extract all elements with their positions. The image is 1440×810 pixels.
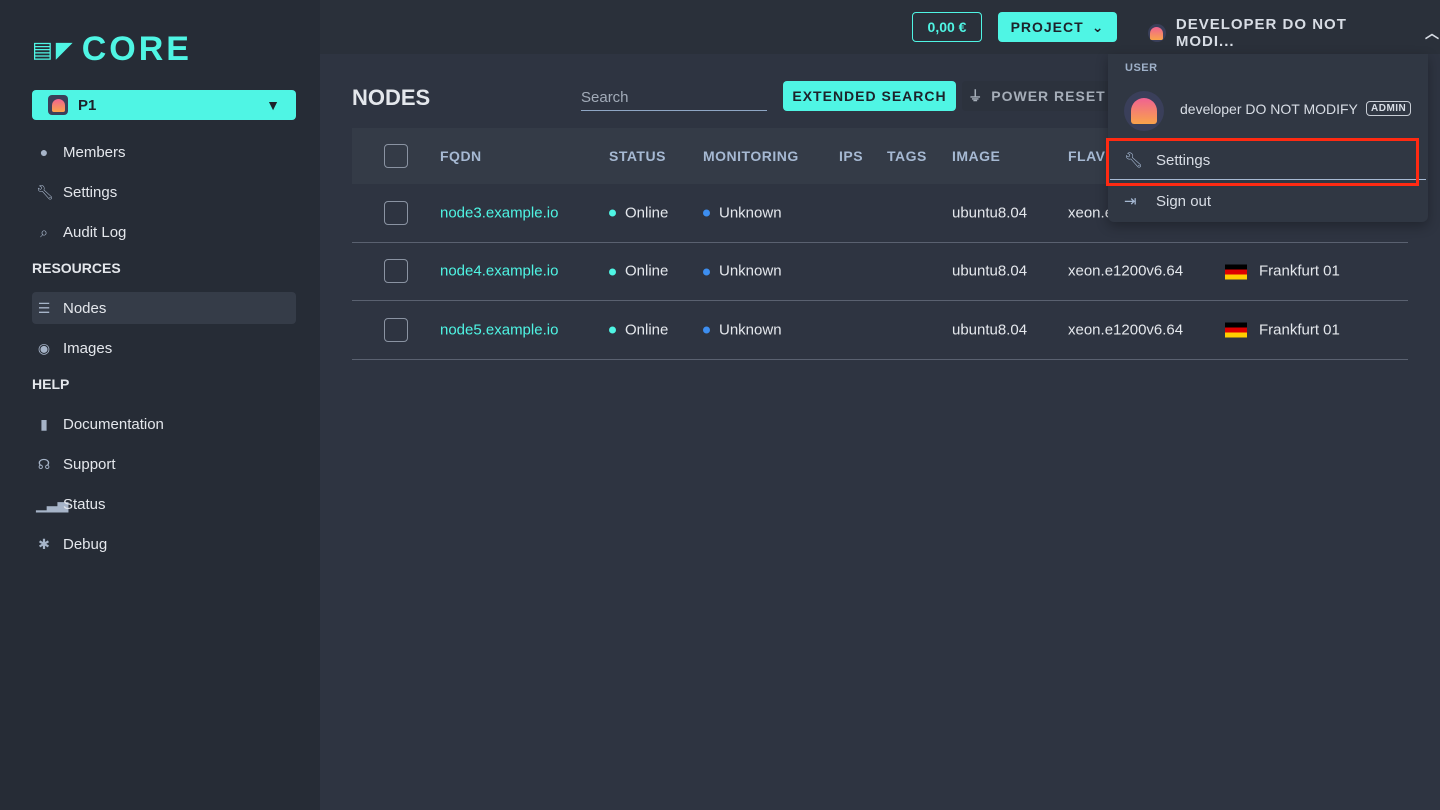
unknown-dot-icon (703, 326, 710, 334)
sidebar-item-audit-log[interactable]: ⌕ Audit Log (32, 216, 296, 248)
flavor-cell: xeon.e (1068, 204, 1114, 222)
menu-item-sign-out[interactable]: ⇥ Sign out (1108, 181, 1428, 221)
user-avatar (1124, 91, 1164, 131)
power-reset-button[interactable]: ⏚ POWER RESET (962, 81, 1112, 111)
logo-mark-icon: ▤◤ (32, 36, 76, 62)
germany-flag-icon (1225, 264, 1247, 280)
online-dot-icon (609, 268, 616, 276)
project-menu-button[interactable]: PROJECT ⌄ (998, 12, 1117, 42)
book-icon: ▮ (40, 415, 48, 432)
flavor-cell: xeon.e1200v6.64 (1068, 262, 1184, 280)
sidebar-item-nodes[interactable]: ☰ Nodes (32, 292, 296, 324)
user-icon: ● (39, 144, 49, 160)
resources-heading: RESOURCES (32, 260, 121, 276)
sidebar-item-status[interactable]: ▁▃▅ Status (32, 488, 296, 520)
status-cell: Online (609, 263, 668, 280)
core-logo[interactable]: ▤◤ CORE (32, 30, 192, 69)
admin-badge: ADMIN (1366, 101, 1412, 116)
sidebar-item-images[interactable]: ◉ Images (32, 332, 296, 364)
extended-search-button[interactable]: EXTENDED SEARCH (783, 81, 956, 111)
fqdn-link[interactable]: node4.example.io (440, 263, 558, 280)
row-checkbox[interactable] (384, 200, 408, 225)
sidebar-item-debug[interactable]: ✱ Debug (32, 528, 296, 560)
monitoring-cell: Unknown (703, 204, 782, 221)
search-input[interactable] (581, 84, 767, 111)
monitoring-cell: Unknown (703, 321, 782, 338)
column-image[interactable]: IMAGE (952, 148, 1000, 164)
table-row[interactable]: node5.example.io Online Unknown ubuntu8.… (352, 301, 1408, 360)
chevron-down-icon: ▼ (266, 97, 280, 113)
chevron-up-icon: ︿ (1425, 25, 1440, 41)
unknown-dot-icon (703, 209, 710, 217)
ghost-avatar-icon (1148, 24, 1166, 42)
user-section-label: USER (1125, 62, 1158, 74)
image-cell: ubuntu8.04 (952, 321, 1028, 339)
wrench-icon: 🔧︎ (36, 183, 54, 200)
signal-icon: ▁▃▅ (36, 495, 69, 512)
headset-icon: ☊ (37, 455, 51, 472)
select-all-checkbox[interactable] (384, 144, 408, 168)
user-menu-toggle[interactable]: DEVELOPER DO NOT MODI... ︿ (1148, 16, 1440, 50)
server-icon: ☰ (37, 299, 51, 316)
status-cell: Online (609, 321, 668, 338)
column-status[interactable]: STATUS (609, 148, 666, 164)
unknown-dot-icon (703, 268, 710, 276)
row-checkbox[interactable] (384, 317, 408, 342)
table-row[interactable]: node4.example.io Online Unknown ubuntu8.… (352, 243, 1408, 301)
search-icon: ⌕ (40, 223, 48, 240)
fqdn-link[interactable]: node5.example.io (440, 321, 558, 338)
help-heading: HELP (32, 376, 70, 392)
germany-flag-icon (1225, 322, 1247, 338)
column-ips[interactable]: IPS (839, 148, 863, 164)
sidebar: ▤◤ CORE P1 ▼ ● Members 🔧︎ Settings ⌕ Audit Lo… (0, 0, 320, 810)
image-cell: ubuntu8.04 (952, 262, 1028, 280)
monitoring-cell: Unknown (703, 263, 782, 280)
sign-out-icon: ⇥ (1124, 193, 1137, 210)
row-checkbox[interactable] (384, 259, 408, 284)
column-fqdn[interactable]: FQDN (440, 148, 482, 164)
ghost-avatar-icon (48, 95, 68, 115)
disc-icon: ◉ (37, 339, 51, 356)
page-title: NODES (352, 85, 431, 110)
sidebar-item-support[interactable]: ☊ Support (32, 448, 296, 480)
highlight-box (1106, 138, 1419, 186)
image-cell: ubuntu8.04 (952, 204, 1028, 222)
plug-icon: ⏚ (968, 88, 984, 104)
chevron-down-icon: ⌄ (1091, 18, 1105, 35)
sidebar-item-settings[interactable]: 🔧︎ Settings (32, 176, 296, 208)
flavor-cell: xeon.e1200v6.64 (1068, 321, 1184, 339)
user-name: developer DO NOT MODIFY (1180, 101, 1358, 117)
location-cell: Frankfurt 01 (1225, 263, 1340, 280)
status-cell: Online (609, 204, 668, 221)
online-dot-icon (609, 326, 616, 334)
fqdn-link[interactable]: node3.example.io (440, 204, 558, 221)
bug-icon: ✱ (38, 535, 50, 552)
online-dot-icon (609, 209, 616, 217)
balance-button[interactable]: 0,00 € (912, 12, 982, 42)
sidebar-item-members[interactable]: ● Members (32, 136, 296, 168)
project-selector[interactable]: P1 ▼ (32, 90, 296, 120)
sidebar-nav: ● Members 🔧︎ Settings ⌕ Audit Log RESOURCES… (32, 136, 296, 568)
column-monitoring[interactable]: MONITORING (703, 148, 799, 164)
column-tags[interactable]: TAGS (887, 148, 927, 164)
location-cell: Frankfurt 01 (1225, 321, 1340, 338)
sidebar-item-documentation[interactable]: ▮ Documentation (32, 408, 296, 440)
